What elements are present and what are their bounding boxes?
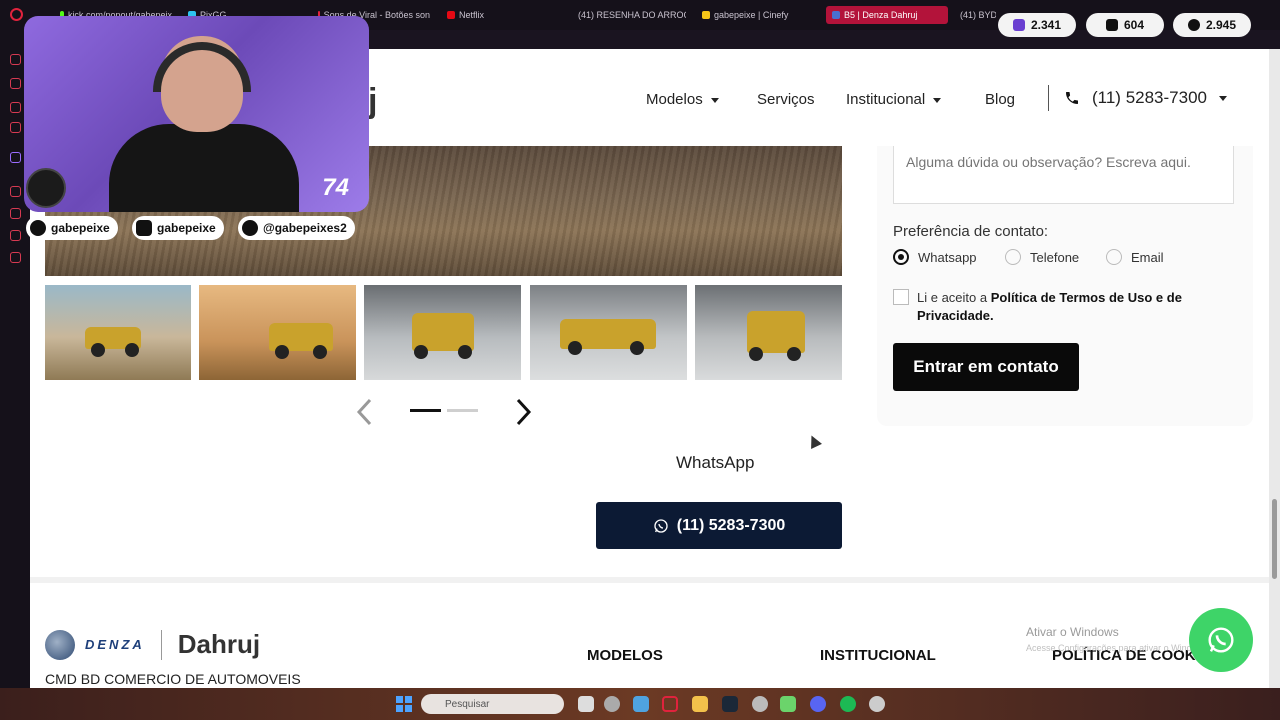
- whatsapp-icon: [1208, 627, 1234, 653]
- carousel-indicator-active[interactable]: [410, 409, 441, 412]
- footer-heading-institucional: INSTITUCIONAL: [820, 647, 936, 664]
- nav-divider: [1048, 85, 1049, 111]
- opera-taskbar-icon[interactable]: [662, 696, 678, 712]
- tab-denza-dahruj[interactable]: B5 | Denza Dahruj: [826, 6, 948, 24]
- whatsapp-float-button[interactable]: [1189, 608, 1253, 672]
- sidebar-twitch-icon[interactable]: [10, 152, 21, 163]
- taskbar-search[interactable]: Pesquisar: [421, 694, 564, 714]
- copilot-icon[interactable]: [633, 696, 649, 712]
- discord-icon[interactable]: [810, 696, 826, 712]
- denza-emblem-icon: [45, 629, 75, 660]
- total-viewers-badge: 2.945: [1173, 13, 1251, 37]
- scrollbar-thumb[interactable]: [1272, 499, 1277, 579]
- contact-form: Preferência de contato: Whatsapp Telefon…: [877, 146, 1253, 426]
- terms-checkbox[interactable]: [893, 289, 909, 305]
- social-tiktok: @gabepeixes2: [238, 216, 355, 240]
- netflix-icon: [447, 11, 455, 19]
- header-phone[interactable]: (11) 5283-7300: [1064, 88, 1227, 108]
- file-explorer-icon[interactable]: [692, 696, 708, 712]
- page-scrollbar[interactable]: [1269, 49, 1280, 689]
- kick-viewers-badge: 604: [1086, 13, 1164, 37]
- sidebar-extensions-icon[interactable]: [10, 230, 21, 241]
- app-icon[interactable]: [604, 696, 620, 712]
- kick-logo-icon: [26, 168, 66, 208]
- windows-activate-subtitle: Acesse Configurações para ativar o Windo…: [1026, 643, 1211, 653]
- whatsapp-button[interactable]: (11) 5283-7300: [596, 502, 842, 549]
- windows-activate-title: Ativar o Windows: [1026, 625, 1119, 639]
- whatsapp-label: WhatsApp: [676, 453, 755, 472]
- tab-youtube-resenha[interactable]: (41) RESENHA DO ARROCÃ: [574, 6, 686, 24]
- mouse-cursor-icon: [806, 433, 822, 449]
- nav-modelos[interactable]: Modelos: [646, 91, 719, 108]
- gallery-thumb[interactable]: [695, 285, 842, 380]
- opera-logo-icon[interactable]: [10, 8, 23, 21]
- streamer-image: [109, 36, 299, 212]
- preference-label: Preferência de contato:: [893, 223, 1049, 240]
- phone-icon: [1066, 92, 1078, 104]
- social-youtube: gabepeixe: [26, 216, 118, 240]
- windows-taskbar: Pesquisar: [0, 688, 1280, 720]
- caret-down-icon: [1219, 95, 1227, 101]
- footer-logo[interactable]: DENZA Dahruj: [45, 629, 260, 660]
- sidebar-whatsapp-icon[interactable]: [10, 78, 21, 89]
- app-icon[interactable]: [869, 696, 885, 712]
- denza-tab-icon: [832, 11, 840, 19]
- jersey-number: 74: [322, 174, 349, 201]
- sidebar-settings-icon[interactable]: [10, 252, 21, 263]
- nav-blog[interactable]: Blog: [985, 91, 1015, 108]
- footer-heading-modelos: MODELOS: [587, 647, 663, 664]
- caret-down-icon: [710, 97, 719, 103]
- task-view-icon[interactable]: [578, 696, 594, 712]
- tab-cinefy[interactable]: gabepeixe | Cinefy: [702, 6, 814, 24]
- radio-whatsapp[interactable]: Whatsapp: [893, 249, 977, 265]
- radio-empty-icon: [1005, 249, 1021, 265]
- sidebar-instagram-icon[interactable]: [10, 102, 21, 113]
- gallery-thumb[interactable]: [199, 285, 356, 380]
- sidebar-vk-icon[interactable]: [10, 122, 21, 133]
- tab-netflix[interactable]: Netflix: [447, 6, 557, 24]
- gallery-thumb[interactable]: [530, 285, 687, 380]
- instagram-icon: [136, 220, 152, 236]
- social-instagram: gabepeixe: [132, 216, 224, 240]
- site-logo[interactable]: j: [368, 82, 377, 121]
- caret-down-icon: [933, 97, 942, 103]
- app-icon[interactable]: [752, 696, 768, 712]
- sidebar-history-icon[interactable]: [10, 208, 21, 219]
- radio-email[interactable]: Email: [1106, 249, 1164, 265]
- spotify-icon[interactable]: [840, 696, 856, 712]
- carousel-indicator[interactable]: [447, 409, 478, 412]
- chevron-left-icon[interactable]: [354, 397, 376, 427]
- gallery-thumb[interactable]: [45, 285, 191, 380]
- tiktok-icon: [242, 220, 258, 236]
- message-textarea[interactable]: [893, 146, 1234, 204]
- footer-divider: [30, 577, 1269, 583]
- headphones-icon: [153, 42, 251, 92]
- globe-icon: [1187, 19, 1200, 31]
- tab-youtube-byd[interactable]: (41) BYD: [956, 6, 996, 24]
- gallery-thumb[interactable]: [364, 285, 521, 380]
- cinefy-icon: [702, 11, 710, 19]
- youtube-icon: [30, 220, 46, 236]
- twitch-viewers-badge: 2.341: [998, 13, 1076, 37]
- nav-institucional[interactable]: Institucional: [846, 91, 942, 108]
- chevron-right-icon[interactable]: [512, 397, 534, 427]
- kick-icon: [1105, 19, 1118, 31]
- submit-button[interactable]: Entrar em contato: [893, 343, 1079, 391]
- twitch-icon: [1012, 19, 1025, 31]
- radio-empty-icon: [1106, 249, 1122, 265]
- terms-text: Li e aceito a Política de Termos de Uso …: [917, 290, 1182, 323]
- whatsapp-icon: [654, 518, 668, 533]
- webcam-overlay: 74: [24, 16, 369, 212]
- sidebar-messenger-icon[interactable]: [10, 54, 21, 65]
- radio-selected-icon: [893, 249, 909, 265]
- app-icon[interactable]: [780, 696, 796, 712]
- steam-icon[interactable]: [722, 696, 738, 712]
- sidebar-player-icon[interactable]: [10, 186, 21, 197]
- radio-telefone[interactable]: Telefone: [1005, 249, 1079, 265]
- windows-start-icon[interactable]: [396, 696, 412, 712]
- company-name: CMD BD COMERCIO DE AUTOMOVEIS: [45, 671, 301, 687]
- nav-servicos[interactable]: Serviços: [757, 91, 815, 108]
